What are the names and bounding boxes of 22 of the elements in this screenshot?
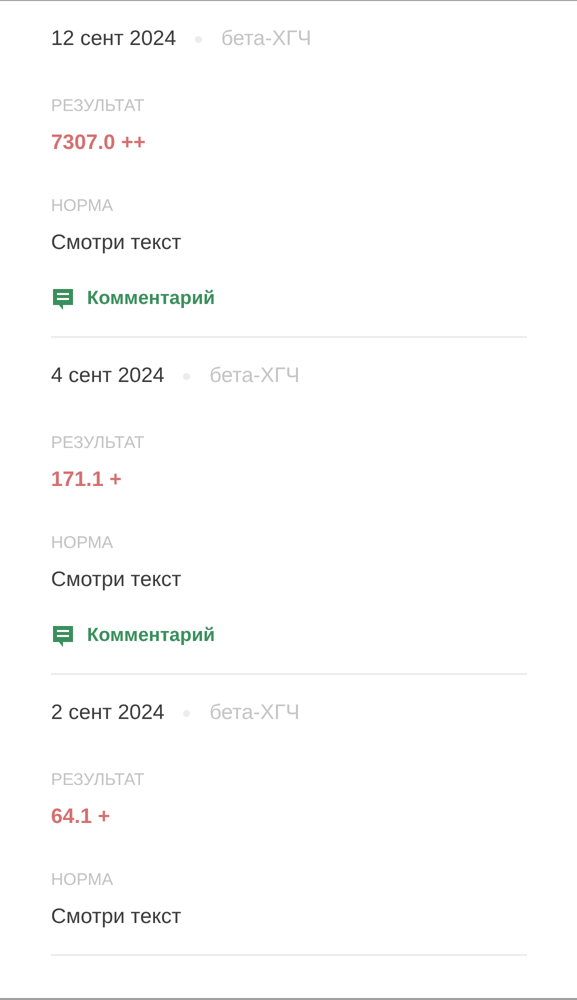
result-date: 4 сент 2024 (51, 364, 164, 388)
result-value: 64.1 + (51, 804, 111, 830)
result-label: РЕЗУЛЬТАТ (51, 433, 146, 453)
norm-label: НОРМА (51, 533, 114, 553)
comment-link[interactable]: Комментарий (51, 286, 215, 312)
test-name: бета-ХГЧ (221, 27, 312, 51)
test-name: бета-ХГЧ (209, 701, 300, 725)
result-value: 171.1 + (51, 467, 123, 493)
result-label: РЕЗУЛЬТАТ (51, 770, 146, 790)
comment-icon (51, 287, 75, 311)
result-label: РЕЗУЛЬТАТ (51, 96, 146, 116)
norm-value: Смотри текст (51, 567, 182, 593)
norm-value: Смотри текст (51, 904, 182, 930)
norm-label: НОРМА (51, 196, 114, 216)
norm-label: НОРМА (51, 870, 114, 890)
result-date: 12 сент 2024 (51, 27, 176, 51)
comment-icon (51, 624, 75, 648)
result-value: 7307.0 ++ (51, 130, 147, 156)
result-date: 2 сент 2024 (51, 701, 164, 725)
test-name: бета-ХГЧ (209, 364, 300, 388)
comment-link[interactable]: Комментарий (51, 623, 215, 649)
norm-value: Смотри текст (51, 230, 182, 256)
